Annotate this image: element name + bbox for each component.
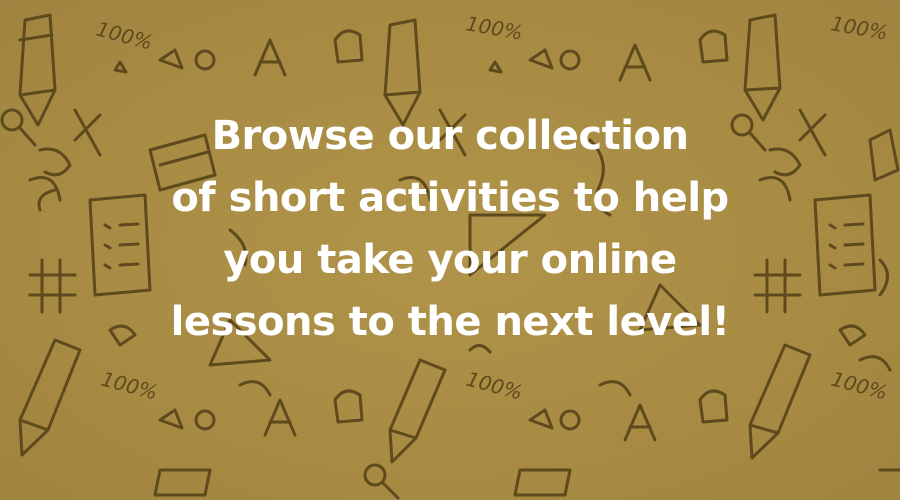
magnifier-icon [363,463,400,500]
pencil-icon [18,13,57,127]
percent-icon: 100% [464,367,525,405]
letter-a-icon [263,398,297,437]
percent-icon: 100% [94,17,155,55]
banner-message-line: Browse our collection [211,113,689,159]
percent-icon: 100% [99,367,160,405]
letter-a-icon [253,38,287,77]
pencil-icon [388,358,447,464]
banner-message: Browse our collection of short activitie… [120,105,780,353]
banner-message-line: of short activities to help [171,175,729,221]
checklist-icon [813,193,877,297]
letter-a-icon [623,403,657,442]
pencil-icon [18,338,82,457]
percent-icon: 100% [464,11,524,45]
activities-banner: 100% 100% 100% 100% 100% 100% Browse our… [0,0,900,500]
banner-message-line: lessons to the next level! [170,299,730,345]
letter-a-icon [618,43,652,82]
pencil-icon [748,343,812,460]
banner-message-line: you take your online [223,237,677,283]
magnifier-icon [0,108,37,147]
percent-icon: 100% [829,367,890,405]
tic-tac-toe-icon [28,258,77,314]
percent-icon: 100% [829,11,889,45]
